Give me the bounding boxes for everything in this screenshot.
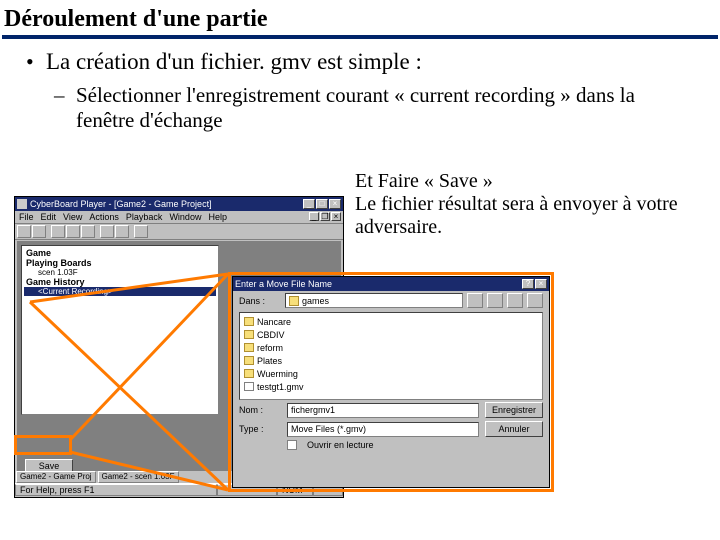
toolbar [15,224,343,240]
dialog-help-button[interactable]: ? [522,279,534,289]
menu-help[interactable]: Help [208,212,227,222]
readonly-label: Ouvrir en lecture [307,440,374,450]
file-name: Plates [257,356,282,366]
bullet1-text: La création d'un fichier. gmv est simple… [46,49,422,74]
menu-playback[interactable]: Playback [126,212,163,222]
bullet-level1: La création d'un fichier. gmv est simple… [26,49,694,133]
tree-scenario[interactable]: scen 1.03F [24,268,216,277]
filetype-value: Move Files (*.gmv) [291,424,366,434]
mdi-controls: _ ❐ × [309,212,341,221]
menu-file[interactable]: File [19,212,34,222]
slide-body: La création d'un fichier. gmv est simple… [0,49,720,133]
lookin-label: Dans : [239,296,281,306]
menu-view[interactable]: View [63,212,82,222]
menu-edit[interactable]: Edit [41,212,57,222]
list-item[interactable]: reform [244,341,538,354]
mdi-minimize[interactable]: _ [309,212,319,221]
file-name: Nancare [257,317,291,327]
file-name: reform [257,343,283,353]
folder-icon [244,317,254,326]
filename-value: fichergmv1 [291,405,335,415]
folder-icon [289,296,299,306]
side-paragraph: Et Faire « Save » Le fichier résultat se… [355,170,695,239]
list-item[interactable]: Plates [244,354,538,367]
tool-open-icon[interactable] [17,225,31,238]
menu-window[interactable]: Window [169,212,201,222]
tool-step-icon[interactable] [115,225,129,238]
list-item[interactable]: CBDIV [244,328,538,341]
bullet-level2: Sélectionner l'enregistrement courant « … [54,83,694,133]
status-help: For Help, press F1 [15,484,217,496]
maximize-button[interactable]: □ [316,199,328,209]
close-button[interactable]: × [329,199,341,209]
app-title: CyberBoard Player - [Game2 - Game Projec… [30,199,303,209]
tool-copy-icon[interactable] [66,225,80,238]
tool-help-icon[interactable] [134,225,148,238]
tool-play-icon[interactable] [100,225,114,238]
lookin-dropdown[interactable]: games [285,293,463,308]
menu-actions[interactable]: Actions [89,212,119,222]
new-folder-icon[interactable] [487,293,503,308]
dialog-save-button[interactable]: Enregistrer [485,402,543,418]
app-titlebar: CyberBoard Player - [Game2 - Game Projec… [15,197,343,211]
file-name: Wuerming [257,369,298,379]
tool-paste-icon[interactable] [81,225,95,238]
mdi-restore[interactable]: ❐ [320,212,330,221]
filename-input[interactable]: fichergmv1 [287,403,479,418]
project-tree[interactable]: Game Playing Boards scen 1.03F Game Hist… [21,245,219,415]
file-list[interactable]: Nancare CBDIV reform Plates Wuerming tes… [239,312,543,400]
readonly-checkbox[interactable] [287,440,297,450]
app-icon [17,199,27,209]
title-underline [2,35,718,39]
save-dialog: Enter a Move File Name ? × Dans : games … [232,276,550,488]
tool-save-icon[interactable] [32,225,46,238]
lookin-value: games [302,296,329,306]
folder-icon [244,356,254,365]
file-name: testgt1.gmv [257,382,304,392]
folder-icon [244,330,254,339]
mdi-tab-project[interactable]: Game2 - Game Proj [16,471,96,483]
list-item[interactable]: testgt1.gmv [244,380,538,393]
tree-playing-boards[interactable]: Playing Boards [24,258,216,268]
mdi-close[interactable]: × [331,212,341,221]
file-name: CBDIV [257,330,285,340]
list-item[interactable]: Nancare [244,315,538,328]
tree-root[interactable]: Game [24,248,216,258]
filename-label: Nom : [239,405,281,415]
folder-icon [244,343,254,352]
dialog-close-button[interactable]: × [535,279,547,289]
mdi-tab-scenario[interactable]: Game2 - scen 1.03F [98,471,179,483]
list-view-icon[interactable] [507,293,523,308]
minimize-button[interactable]: _ [303,199,315,209]
tree-game-history[interactable]: Game History [24,277,216,287]
tree-current-recording[interactable]: <Current Recording> [24,287,216,296]
dialog-cancel-button[interactable]: Annuler [485,421,543,437]
tool-cut-icon[interactable] [51,225,65,238]
slide-title: Déroulement d'une partie [0,0,720,35]
list-item[interactable]: Wuerming [244,367,538,380]
dialog-title: Enter a Move File Name [235,279,522,289]
folder-icon [244,369,254,378]
filetype-dropdown[interactable]: Move Files (*.gmv) [287,422,479,437]
dialog-titlebar: Enter a Move File Name ? × [233,277,549,291]
bullet2-text: Sélectionner l'enregistrement courant « … [76,83,635,132]
up-folder-icon[interactable] [467,293,483,308]
file-icon [244,382,254,391]
menubar: File Edit View Actions Playback Window H… [15,211,343,224]
filetype-label: Type : [239,424,281,434]
details-view-icon[interactable] [527,293,543,308]
